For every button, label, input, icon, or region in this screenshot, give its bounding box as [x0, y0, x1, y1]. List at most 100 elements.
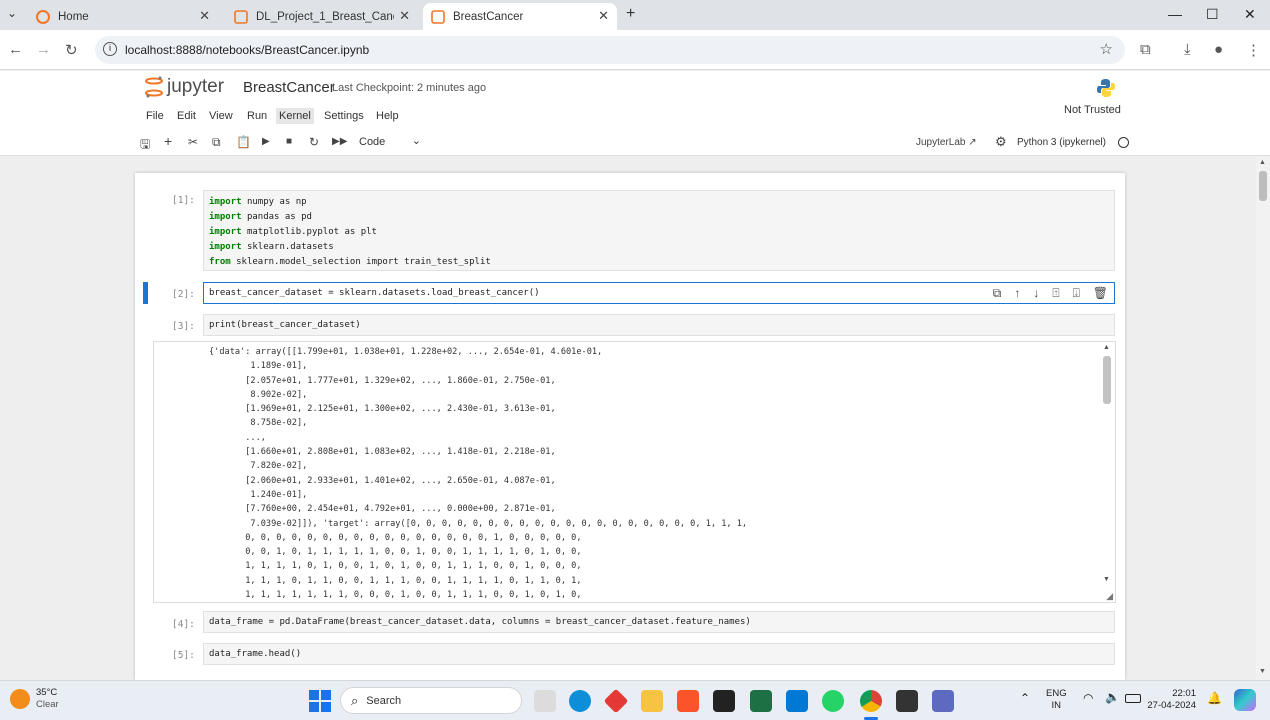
- output-line: [2.057e+01, 1.777e+01, 1.329e+02, ..., 1…: [209, 375, 556, 386]
- reload-icon[interactable]: ↻: [65, 41, 78, 59]
- cut-icon[interactable]: ✂: [188, 135, 198, 149]
- scrollbar-thumb[interactable]: [1103, 356, 1111, 404]
- weather-desc: Clear: [36, 699, 59, 710]
- duplicate-cell-icon[interactable]: ⧉: [993, 286, 1002, 301]
- cell-prompt: [2]:: [172, 289, 195, 300]
- clock[interactable]: 22:01 27-04-2024: [1146, 688, 1196, 712]
- kernel-name[interactable]: Python 3 (ipykernel): [1017, 137, 1106, 148]
- copy-icon[interactable]: ⧉: [212, 135, 221, 150]
- extensions-icon[interactable]: ⧉: [1140, 41, 1151, 58]
- move-down-icon[interactable]: ↓: [1033, 286, 1039, 301]
- scroll-down-icon[interactable]: ▼: [1103, 576, 1110, 583]
- notebook-title[interactable]: BreastCancer: [243, 79, 335, 96]
- weather-widget[interactable]: 35°C Clear: [10, 687, 59, 711]
- download-icon[interactable]: ⤓: [1184, 41, 1191, 58]
- battery-icon[interactable]: [1125, 694, 1141, 703]
- taskbar-search[interactable]: ⌕ Search: [340, 687, 522, 714]
- code-cell-2[interactable]: breast_cancer_dataset = sklearn.datasets…: [203, 282, 1115, 304]
- terminal-icon[interactable]: [713, 690, 735, 712]
- restart-icon[interactable]: ↻: [309, 135, 319, 149]
- run-icon[interactable]: ▶: [262, 136, 270, 147]
- cell-output[interactable]: {'data': array([[1.799e+01, 1.038e+01, 1…: [153, 341, 1116, 603]
- cell-prompt: [5]:: [172, 650, 195, 661]
- app-red-icon[interactable]: [603, 688, 629, 714]
- notification-bell-icon[interactable]: 🔔: [1207, 691, 1222, 705]
- menu-settings[interactable]: Settings: [324, 110, 364, 122]
- cell-prompt: [1]:: [172, 195, 195, 206]
- insert-above-icon[interactable]: ⍐: [1052, 286, 1059, 301]
- weather-text: 35°C Clear: [36, 687, 59, 711]
- code-cell-5[interactable]: data_frame.head(): [203, 643, 1115, 665]
- move-up-icon[interactable]: ↑: [1014, 286, 1020, 301]
- code-cell-1[interactable]: import numpy as np import pandas as pd i…: [203, 190, 1115, 271]
- paste-icon[interactable]: 📋: [236, 135, 251, 149]
- back-icon[interactable]: ←: [8, 41, 23, 58]
- close-tab-icon[interactable]: ✕: [399, 8, 410, 24]
- menu-kebab-icon[interactable]: ⋮: [1246, 41, 1261, 59]
- browser-tab-project[interactable]: DL_Project_1_Breast_Cancer_C ✕: [226, 3, 418, 30]
- jupyterlab-link[interactable]: JupyterLab ↗: [916, 137, 977, 148]
- output-line: 1.240e-01],: [209, 489, 308, 500]
- insert-below-icon[interactable]: ⍗: [1073, 286, 1080, 301]
- brave-browser-icon[interactable]: [677, 690, 699, 712]
- jupyter-icon: [431, 9, 445, 24]
- browser-tab-bar: ⌄ Home ✕ DL_Project_1_Breast_Cancer_C ✕ …: [0, 0, 1270, 30]
- wifi-icon[interactable]: ◠: [1083, 691, 1093, 705]
- maximize-icon[interactable]: ☐: [1206, 6, 1219, 23]
- jupyter-logo[interactable]: jupyter: [145, 76, 224, 98]
- speaker-icon[interactable]: 🔈: [1105, 690, 1120, 704]
- page-scrollbar[interactable]: ▲ ▼: [1256, 157, 1270, 680]
- browser-tab-breastcancer[interactable]: BreastCancer ✕: [423, 3, 617, 30]
- tab-search-chevron-icon[interactable]: ⌄: [7, 6, 17, 20]
- stop-icon[interactable]: ■: [286, 136, 292, 147]
- restart-run-all-icon[interactable]: ▶▶: [332, 136, 347, 147]
- jupyterlab-label: JupyterLab: [916, 137, 966, 148]
- url-bar[interactable]: i localhost:8888/notebooks/BreastCancer.…: [95, 36, 1125, 64]
- cell-type-select[interactable]: Code ⌄: [359, 135, 425, 148]
- code-cell-4[interactable]: data_frame = pd.DataFrame(breast_cancer_…: [203, 611, 1115, 633]
- app-screen-icon[interactable]: [932, 690, 954, 712]
- close-window-icon[interactable]: ✕: [1244, 6, 1256, 23]
- trust-status[interactable]: Not Trusted: [1064, 104, 1121, 116]
- show-hidden-icons-chevron-icon[interactable]: ⌃: [1020, 691, 1030, 705]
- menu-view[interactable]: View: [209, 110, 233, 122]
- scroll-down-icon[interactable]: ▼: [1259, 668, 1266, 675]
- menu-run[interactable]: Run: [247, 110, 267, 122]
- menu-help[interactable]: Help: [376, 110, 399, 122]
- folder-icon[interactable]: [641, 690, 663, 712]
- output-scrollbar[interactable]: ▲ ▼: [1101, 344, 1112, 594]
- copilot-icon[interactable]: [1234, 689, 1256, 711]
- vscode-icon[interactable]: [786, 690, 808, 712]
- scrollbar-thumb[interactable]: [1259, 171, 1267, 201]
- excel-icon[interactable]: [750, 690, 772, 712]
- add-cell-icon[interactable]: +: [164, 133, 172, 149]
- site-info-icon[interactable]: i: [103, 42, 117, 56]
- command-prompt-icon[interactable]: [896, 690, 918, 712]
- jupyter-icon: [36, 9, 50, 24]
- browser-tab-home[interactable]: Home ✕: [28, 3, 218, 30]
- new-tab-icon[interactable]: +: [626, 5, 635, 23]
- close-tab-icon[interactable]: ✕: [199, 8, 210, 24]
- output-line: [1.969e+01, 2.125e+01, 1.300e+02, ..., 2…: [209, 404, 556, 415]
- close-tab-icon[interactable]: ✕: [598, 8, 609, 24]
- language-indicator[interactable]: ENG IN: [1046, 688, 1067, 712]
- forward-icon[interactable]: →: [36, 41, 51, 58]
- code-cell-3[interactable]: print(breast_cancer_dataset): [203, 314, 1115, 336]
- whatsapp-icon[interactable]: [822, 690, 844, 712]
- chrome-icon[interactable]: [860, 690, 882, 712]
- profile-icon[interactable]: ●: [1214, 41, 1223, 58]
- gear-icon[interactable]: ⚙: [995, 134, 1007, 150]
- windows-start-icon[interactable]: [309, 690, 331, 712]
- scroll-up-icon[interactable]: ▲: [1259, 159, 1266, 166]
- resize-handle-icon[interactable]: ◢: [1106, 591, 1113, 602]
- menu-edit[interactable]: Edit: [177, 110, 196, 122]
- bookmark-star-icon[interactable]: ☆: [1100, 40, 1113, 58]
- minimize-icon[interactable]: —: [1168, 6, 1182, 22]
- menu-file[interactable]: File: [146, 110, 164, 122]
- file-icon[interactable]: [534, 690, 556, 712]
- delete-cell-icon[interactable]: 🗑: [1093, 286, 1108, 301]
- edge-browser-icon[interactable]: [569, 690, 591, 712]
- save-icon[interactable]: 🖫: [140, 135, 150, 156]
- menu-kernel[interactable]: Kernel: [276, 108, 314, 124]
- scroll-up-icon[interactable]: ▲: [1103, 344, 1110, 351]
